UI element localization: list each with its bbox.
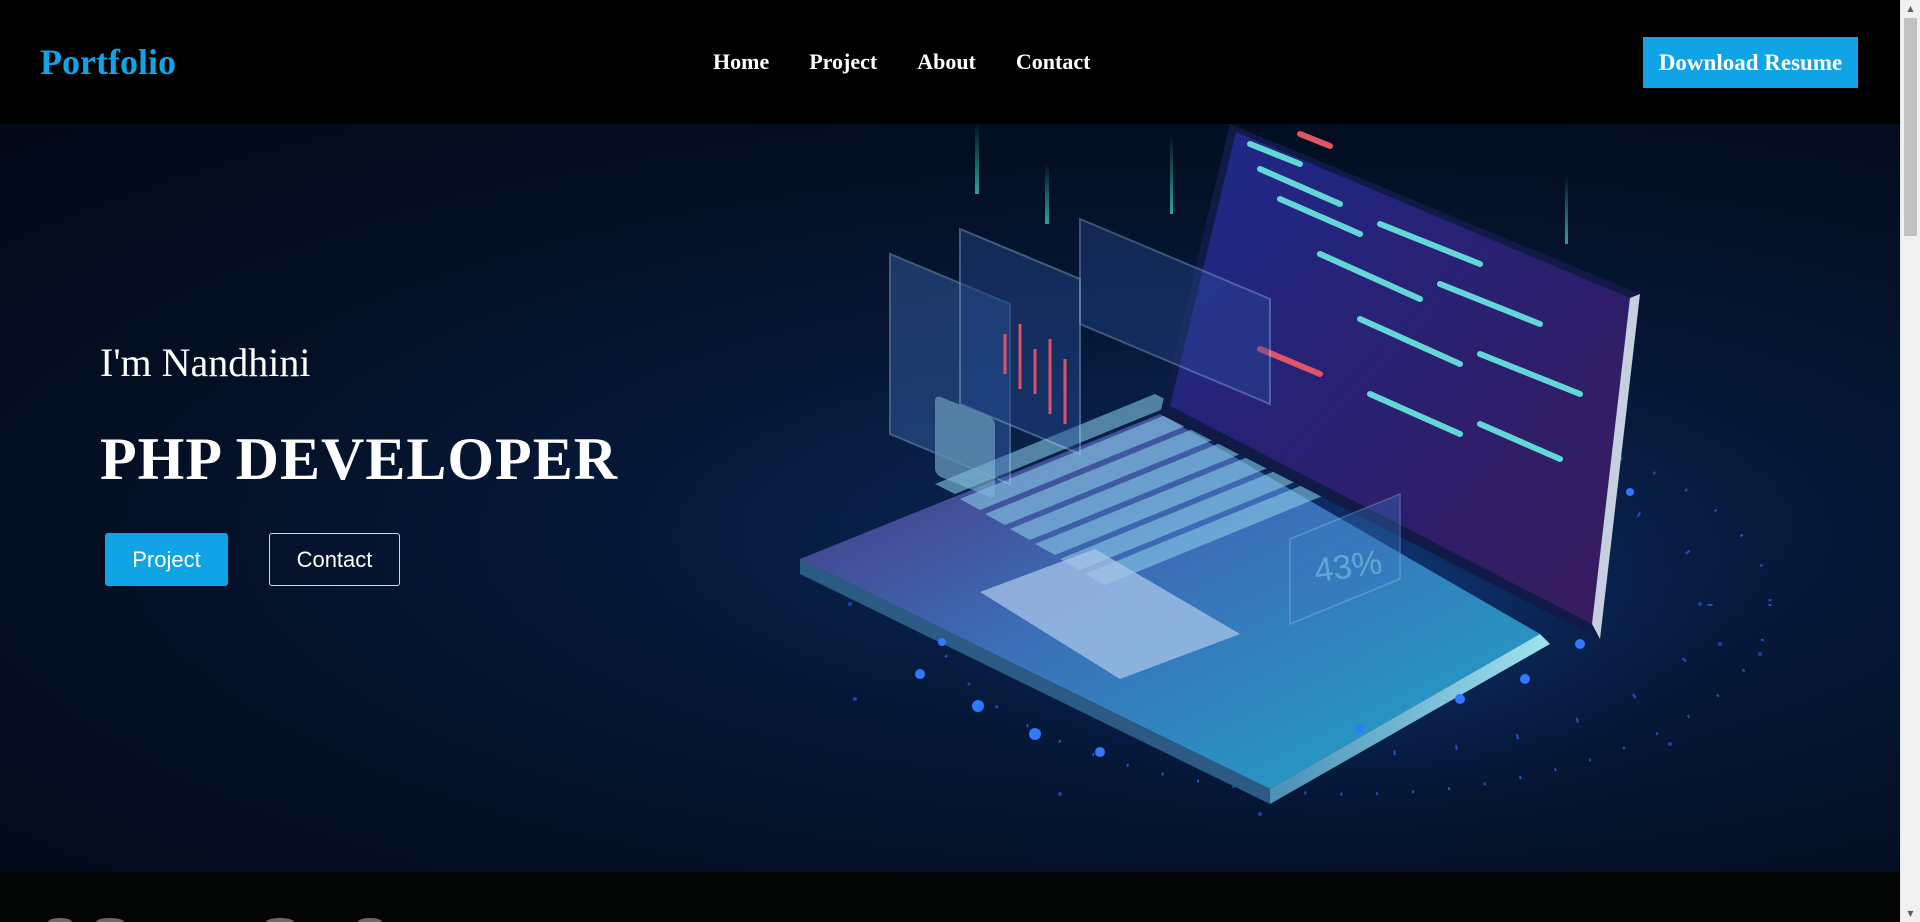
logo[interactable]: Portfolio [40,40,176,84]
hero-buttons: Project Contact [105,533,400,586]
scroll-thumb[interactable] [1904,18,1917,236]
nav-link-project[interactable]: Project [809,46,877,78]
hero-greeting: I'm Nandhini [100,340,311,385]
scrollbar[interactable]: ▲ ▼ [1900,0,1920,922]
scroll-up-arrow-icon[interactable]: ▲ [1901,0,1920,17]
laptop-code-illustration: 43% [800,124,1820,844]
nav-link-home[interactable]: Home [713,46,769,78]
next-section [0,872,1900,922]
section-heading-peek [48,918,382,922]
project-button[interactable]: Project [105,533,228,586]
download-resume-button[interactable]: Download Resume [1643,37,1858,88]
nav-links: Home Project About Contact [713,46,1090,78]
navbar: Portfolio Home Project About Contact Dow… [0,0,1900,124]
scroll-down-arrow-icon[interactable]: ▼ [1901,905,1920,922]
contact-button[interactable]: Contact [269,533,400,586]
hero-role-title: PHP DEVELOPER [100,426,619,492]
hero-text: I'm Nandhini PHP DEVELOPER [100,339,618,493]
nav-link-about[interactable]: About [917,46,976,78]
hero-section: 43% I'm Nandhini PHP DEVELOPER Project C… [0,124,1900,872]
nav-link-contact[interactable]: Contact [1016,46,1091,78]
